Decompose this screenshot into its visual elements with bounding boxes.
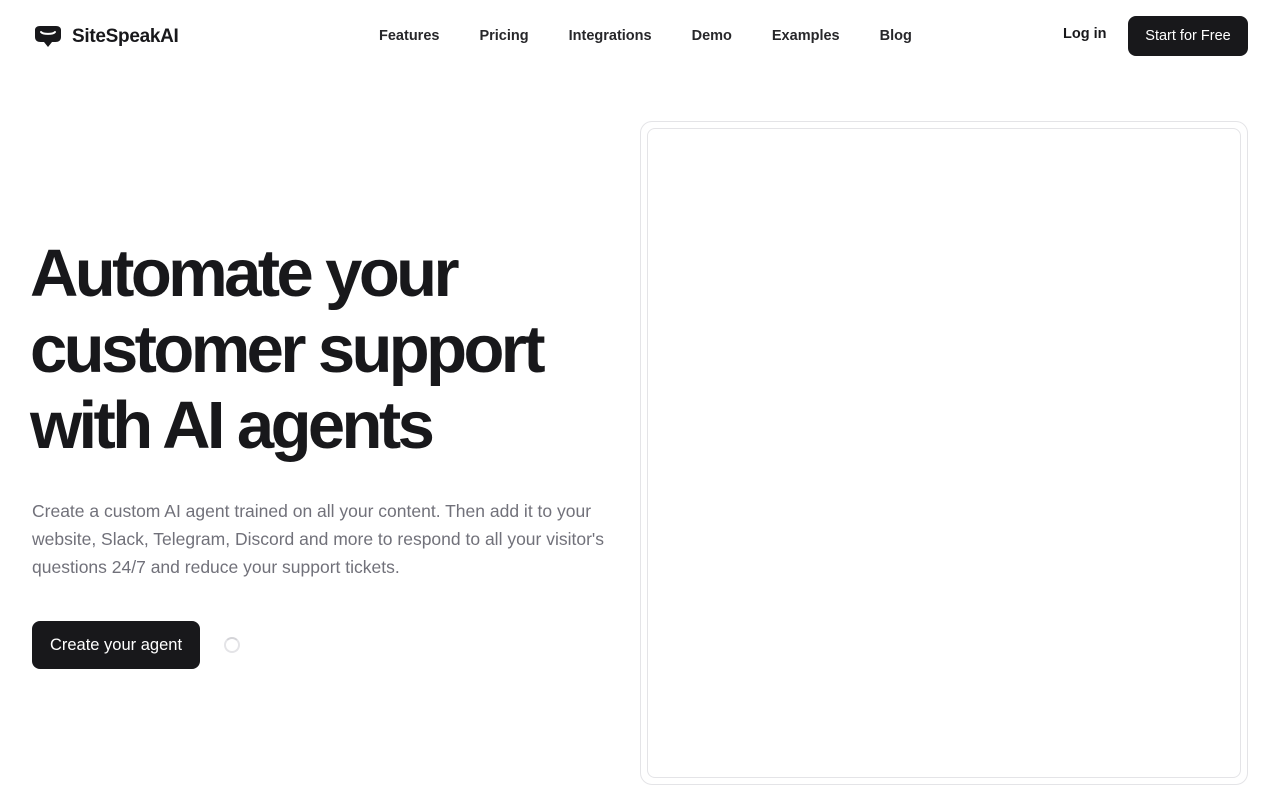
nav-item-features[interactable]: Features [359,26,459,46]
nav-item-integrations[interactable]: Integrations [549,26,672,46]
hero-title-line: Automate your [30,236,460,311]
spinner-icon [224,637,240,653]
nav-item-examples[interactable]: Examples [752,26,860,46]
demo-preview-frame [640,121,1248,785]
site-header: SiteSpeakAI Features Pricing Integration… [0,0,1280,72]
demo-preview-panel [647,128,1241,778]
nav-item-demo[interactable]: Demo [672,26,752,46]
nav-item-pricing[interactable]: Pricing [459,26,548,46]
login-link[interactable]: Log in [1063,26,1107,42]
hero-subtitle: Create a custom AI agent trained on all … [32,501,605,577]
create-agent-button[interactable]: Create your agent [32,621,200,669]
hero-title-line: with AI agents [30,388,435,463]
hero-title: Automate your customer support with AI a… [30,236,610,464]
brand-name: SiteSpeakAI [72,26,179,47]
nav-item-blog[interactable]: Blog [860,26,932,46]
main-nav: Features Pricing Integrations Demo Examp… [359,26,932,46]
speech-bubble-logo-icon [35,26,61,47]
hero-title-line: customer support [30,312,546,387]
start-for-free-button[interactable]: Start for Free [1128,16,1248,56]
brand-logo-link[interactable]: SiteSpeakAI [32,24,179,50]
